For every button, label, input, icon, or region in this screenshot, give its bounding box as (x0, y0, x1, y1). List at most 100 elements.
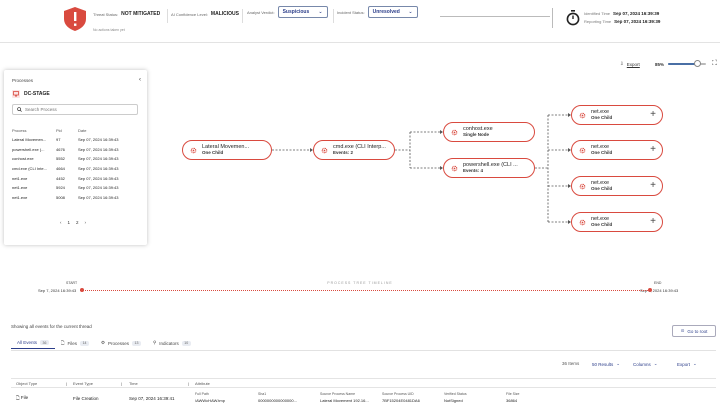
tab-label: All Events (17, 340, 38, 345)
gear-icon (579, 147, 586, 153)
timeline-end-marker[interactable] (648, 288, 652, 292)
object-type-cell: 🗋 File (16, 394, 28, 402)
pager-next-button[interactable]: › (85, 220, 87, 225)
process-node-net-3[interactable]: net.exe One Child + (571, 176, 663, 196)
table-row[interactable]: cmd.exe (CLI Inte... 4664 Sep 07, 2024 16:… (12, 164, 142, 174)
node-subtitle: One Child (202, 150, 224, 155)
tab-all-events[interactable]: All Events 36 (11, 337, 55, 349)
process-search-input[interactable] (25, 107, 135, 112)
node-subtitle: Single Node (463, 132, 490, 137)
process-date: Sep 07, 2024 16:39:43 (78, 185, 119, 191)
node-subtitle: One Child (591, 186, 613, 191)
incident-header: Threat Status: NOT MITIGATED AI Confiden… (0, 0, 720, 43)
table-row[interactable]: powershell.exe (... 4676 Sep 07, 2024 16:3… (12, 145, 142, 155)
process-date: Sep 07, 2024 16:39:43 (78, 137, 119, 143)
ai-confidence-label: AI Confidence Level: (171, 11, 208, 17)
export-graph-button[interactable]: ⇩ Export (620, 60, 640, 68)
processes-panel: Processes ‹ DC-STAGE Process Pid Date La… (4, 70, 147, 245)
table-row[interactable]: net1.exe 5008 Sep 07, 2024 16:39:43 (12, 193, 142, 203)
process-node-net-1[interactable]: net.exe One Child + (571, 105, 663, 125)
pager-prev-button[interactable]: ‹ (60, 220, 62, 225)
column-header-object-type[interactable]: Object Type (16, 381, 37, 386)
table-row[interactable]: 🗋 File File Creation Sep 07, 2024 16:39:… (11, 391, 716, 405)
tabs-divider (11, 350, 716, 351)
column-header-date[interactable]: Date (78, 128, 142, 133)
tab-processes[interactable]: ⚙ Processes 13 (95, 337, 147, 349)
process-pagination: ‹ 1 2 › (60, 220, 86, 225)
attr-value: 0000000000000000... (258, 398, 297, 403)
process-date: Sep 07, 2024 16:39:43 (78, 146, 119, 152)
chevron-down-icon: ⌄ (693, 361, 697, 366)
tab-files[interactable]: 🗋 Files 14 (55, 337, 95, 349)
columns-button[interactable]: Columns ⌄ (633, 361, 658, 367)
gear-icon (451, 129, 458, 135)
column-header-event-type[interactable]: Event Type (73, 381, 93, 386)
chevron-left-icon[interactable]: ‹ (139, 77, 141, 83)
analyst-verdict: Analyst Verdict: Suspicious ⌄ (247, 6, 328, 18)
processes-title: Processes (12, 78, 34, 83)
events-grid-header: Object Type | Event Type | Time | Attrib… (11, 378, 716, 388)
expand-plus-icon[interactable]: + (650, 144, 656, 156)
node-subtitle: One Child (591, 150, 613, 155)
analyst-verdict-value: Suspicious (282, 9, 310, 15)
process-pid: 5008 (56, 194, 65, 200)
timeline-start-marker[interactable] (80, 288, 84, 292)
process-pid: 5924 (56, 185, 65, 191)
table-row[interactable]: conhost.exe 5552 Sep 07, 2024 16:39:43 (12, 154, 142, 164)
expand-plus-icon[interactable]: + (650, 180, 656, 192)
gear-icon (451, 165, 458, 171)
analyst-verdict-select[interactable]: Suspicious ⌄ (277, 6, 328, 18)
file-icon: 🗋 (16, 395, 20, 400)
tab-count-badge: 14 (80, 340, 89, 346)
zoom-slider-handle[interactable] (694, 60, 702, 67)
column-header-attribute[interactable]: Attribute (195, 381, 210, 386)
threat-status: Threat Status: NOT MITIGATED (93, 11, 160, 17)
go-to-root-button[interactable]: ⊙ Go to root (672, 325, 716, 337)
process-node-net-4[interactable]: net.exe One Child + (571, 212, 663, 232)
pager-page-1[interactable]: 1 (68, 220, 71, 225)
process-pid: 5552 (56, 156, 65, 162)
incident-status-label: Incident Status: (337, 9, 365, 15)
process-date: Sep 07, 2024 16:39:43 (78, 194, 119, 200)
timeline-start-label: START (66, 281, 78, 285)
table-row[interactable]: Lateral Movemen... 97 Sep 07, 2024 16:39:4… (12, 135, 142, 145)
column-divider: | (188, 380, 190, 386)
zoom-slider[interactable] (668, 60, 706, 67)
column-header-time[interactable]: Time (129, 381, 138, 386)
tab-indicators[interactable]: ⚲ Indicators 10 (147, 337, 197, 349)
pager-page-2[interactable]: 2 (76, 220, 79, 225)
process-node-cmd[interactable]: cmd.exe (CLI Interp... Events: 2 (313, 140, 395, 160)
ai-confidence: AI Confidence Level: MALICIOUS (171, 11, 239, 17)
process-node-conhost[interactable]: conhost.exe Single Node (443, 122, 535, 142)
incident-status-select[interactable]: Unresolved ⌄ (367, 6, 418, 18)
process-name: cmd.exe (CLI Inte... (12, 166, 47, 172)
table-row[interactable]: net1.exe 5924 Sep 07, 2024 16:39:43 (12, 183, 142, 193)
header-divider (333, 9, 334, 23)
node-subtitle: One Child (591, 115, 613, 120)
expand-plus-icon[interactable]: + (650, 109, 656, 121)
attr-label: Source Process Name (320, 392, 356, 396)
export-events-button[interactable]: Export ⌄ (677, 361, 697, 367)
gear-icon (190, 147, 197, 153)
column-header-pid[interactable]: Pid (56, 128, 78, 133)
process-name: powershell.exe (... (12, 146, 45, 152)
process-node-net-2[interactable]: net.exe One Child + (571, 140, 663, 160)
process-node-powershell[interactable]: powershell.exe (CLI ... Events: 4 (443, 158, 535, 178)
zoom-level: 85% (655, 61, 665, 67)
process-node-lateral-movement[interactable]: Lateral Movemen... One Child (182, 140, 272, 160)
host-icon (12, 90, 20, 98)
process-name: conhost.exe (12, 156, 34, 162)
table-row[interactable]: net1.exe 4452 Sep 07, 2024 16:39:43 (12, 173, 142, 183)
expand-plus-icon[interactable]: + (650, 216, 656, 228)
results-per-page-select[interactable]: 50 Results ⌄ (592, 361, 620, 367)
process-table-header: Process Pid Date (12, 125, 142, 135)
column-header-process[interactable]: Process (12, 128, 56, 133)
tab-label: Files (67, 340, 78, 346)
event-type-value: File Creation (73, 395, 99, 401)
chevron-down-icon: ⌄ (616, 361, 621, 366)
incident-status: Incident Status: Unresolved ⌄ (337, 6, 418, 18)
timeline-track[interactable] (80, 290, 650, 292)
fullscreen-icon[interactable]: ⛶ (712, 60, 717, 68)
gear-icon (579, 112, 586, 118)
process-search-field[interactable] (12, 104, 138, 115)
